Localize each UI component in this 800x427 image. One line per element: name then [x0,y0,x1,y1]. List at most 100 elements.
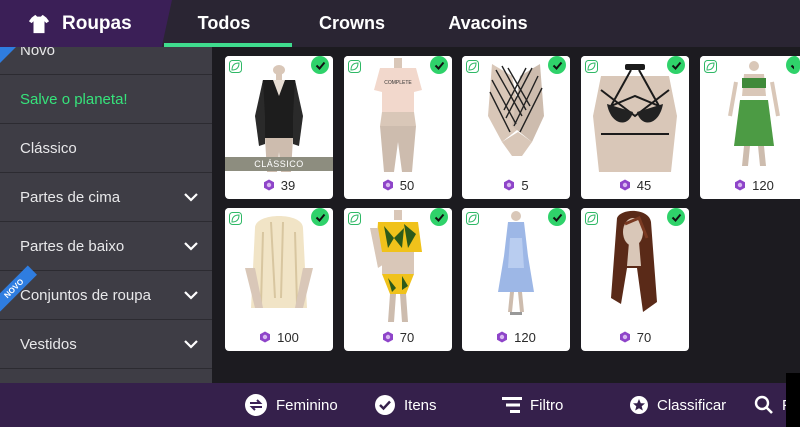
bottom-toolbar: Feminino Itens Filtro Classificar Pe [0,383,800,427]
eco-leaf-icon [348,60,361,73]
sidebar-item-vestidos[interactable]: Vestidos [0,321,212,369]
shirt-icon [28,14,50,33]
price-value: 120 [514,329,536,345]
item-price: 45 [581,177,689,193]
item-price: 70 [581,329,689,345]
sidebar-item-classico[interactable]: Clássico [0,125,212,173]
item-card[interactable]: 70 [344,208,452,351]
eco-leaf-icon [348,212,361,225]
eco-leaf-icon [704,60,717,73]
filter-label: Filtro [530,396,564,414]
sort-button[interactable]: Classificar [629,383,726,427]
tab-crowns[interactable]: Crowns [284,0,420,47]
green-outfit-image [700,56,800,172]
eco-leaf-icon [229,60,242,73]
item-card[interactable]: CLÁSSICO 39 [225,56,333,199]
price-value: 45 [636,177,652,193]
sidebar-item-label: Clássico [20,140,77,157]
chevron-down-icon [184,193,198,202]
eco-leaf-icon [466,60,479,73]
svg-text:COMPLETE: COMPLETE [384,80,412,86]
price-value: 70 [399,329,415,345]
item-card[interactable]: 120 [700,56,800,199]
sidebar: Novo Salve o planeta! Clássico Partes de… [0,47,212,383]
owned-check-icon [430,208,448,226]
checkmark-circle-icon [375,395,395,415]
gender-toggle-button[interactable]: Feminino [244,383,338,427]
item-card[interactable]: 120 [462,208,570,351]
sidebar-item-more[interactable] [0,370,212,383]
sidebar-item-label: Salve o planeta! [20,91,128,108]
price-value: 5 [521,177,529,193]
chevron-down-icon [184,291,198,300]
avacoin-icon [504,179,515,191]
eco-leaf-icon [585,212,598,225]
search-icon [754,395,773,414]
filter-icon [502,397,522,413]
owned-check-icon [311,56,329,74]
sidebar-item-partes-de-baixo[interactable]: Partes de baixo [0,223,212,271]
item-price: 70 [344,329,452,345]
tab-avacoins[interactable]: Avacoins [420,0,556,47]
avacoin-icon [619,331,630,343]
item-card[interactable]: 5 [462,56,570,199]
price-value: 70 [636,329,652,345]
top-bar: Roupas Todos Crowns Avacoins [0,0,800,47]
avacoin-icon [382,179,393,191]
avacoin-icon [619,179,630,191]
avacoin-icon [497,331,508,343]
price-value: 120 [752,177,774,193]
item-price: 50 [344,177,452,193]
sort-label: Classificar [657,396,727,414]
sidebar-item-label: Vestidos [20,336,77,353]
owned-check-icon [794,56,800,74]
item-grid: CLÁSSICO 39 COMPLETE 50 5 45 120 100 70 … [212,47,800,383]
item-price: 5 [462,177,570,193]
screen-edge [786,373,800,427]
category-title: Roupas [62,12,132,34]
owned-check-icon [311,208,329,226]
eco-leaf-icon [229,212,242,225]
gender-swap-icon [245,394,267,416]
price-value: 39 [280,177,296,193]
owned-check-icon [667,208,685,226]
avacoin-icon [382,331,393,343]
item-card[interactable]: 70 [581,208,689,351]
sidebar-item-novo[interactable]: Novo [0,47,212,75]
classic-ribbon: CLÁSSICO [225,157,333,171]
tab-bar: Todos Crowns Avacoins [164,0,556,47]
items-label: Itens [404,396,437,414]
item-card[interactable]: COMPLETE 50 [344,56,452,199]
item-card-partial[interactable] [794,56,800,199]
items-button[interactable]: Itens [374,383,437,427]
sidebar-item-label: Partes de cima [20,189,121,206]
item-price: 100 [225,329,333,345]
owned-check-icon [548,56,566,74]
sidebar-item-label: Novo [20,47,56,59]
item-card[interactable]: 45 [581,56,689,199]
chevron-down-icon [184,242,198,251]
avacoin-icon [260,331,271,343]
new-corner-marker [0,47,16,63]
item-card[interactable]: 100 [225,208,333,351]
eco-leaf-icon [466,212,479,225]
tab-todos[interactable]: Todos [164,0,292,47]
sidebar-item-label: Partes de baixo [20,238,125,255]
item-price: 120 [462,329,570,345]
sidebar-item-salve-o-planeta[interactable]: Salve o planeta! [0,76,212,124]
owned-check-icon [667,56,685,74]
chevron-down-icon [184,340,198,349]
gender-label: Feminino [276,396,338,414]
sidebar-item-label: Conjuntos de roupa [20,287,151,304]
price-value: 100 [277,329,299,345]
owned-check-icon [430,56,448,74]
item-price: 39 [225,177,333,193]
star-badge-icon [630,396,648,414]
item-price: 120 [700,177,800,193]
sidebar-item-partes-de-cima[interactable]: Partes de cima [0,174,212,222]
eco-leaf-icon [585,60,598,73]
category-header: Roupas [0,0,172,47]
filter-button[interactable]: Filtro [502,383,563,427]
avacoin-icon [735,179,746,191]
owned-check-icon [548,208,566,226]
